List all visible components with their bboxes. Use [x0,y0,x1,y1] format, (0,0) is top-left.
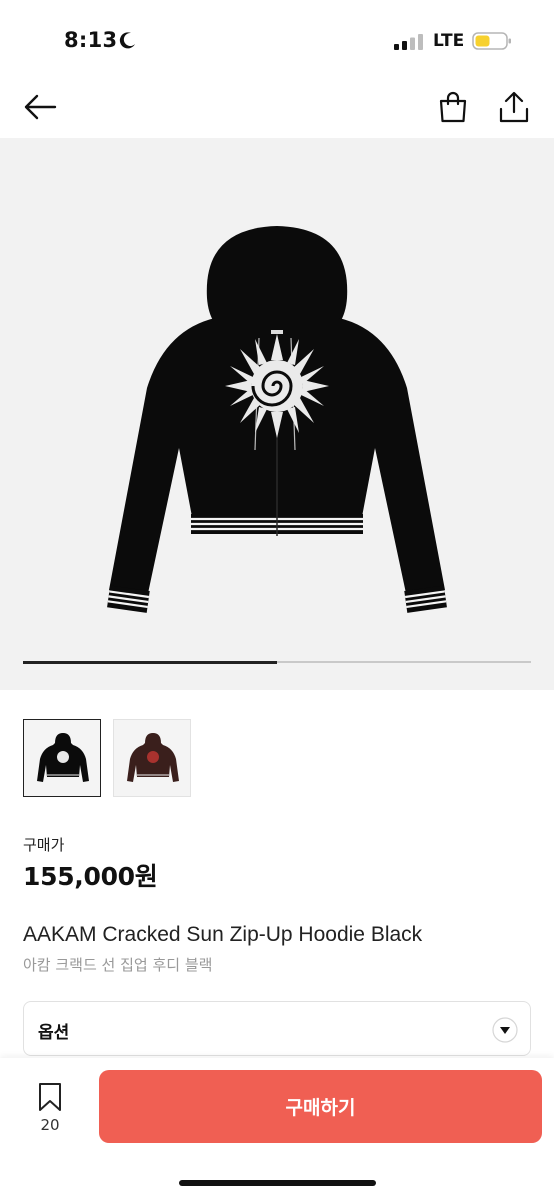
hoodie-thumbnail-brown [127,733,179,782]
signal-icon [394,34,423,50]
hoodie-thumbnail-black [37,733,89,782]
status-bar: 8:13 LTE [0,0,554,80]
shopping-bag-icon[interactable] [437,91,469,123]
thumbnail-list [23,719,191,799]
moon-icon [119,32,135,49]
thumbnail-brown[interactable] [113,719,191,797]
battery-icon [472,32,511,50]
carousel-progress-fill [23,660,277,664]
carousel-progress [23,660,531,664]
price-label: 구매가 [23,836,65,854]
hoodie-product-image [107,226,447,613]
bottom-action-bar: 20 구매하기 [0,1058,554,1200]
chevron-down-icon [492,1017,518,1043]
bookmark-button[interactable]: 20 [30,1082,70,1134]
bookmark-count: 20 [40,1116,60,1134]
buy-button[interactable]: 구매하기 [99,1070,542,1143]
share-icon[interactable] [497,90,531,124]
option-select[interactable]: 옵션 [23,1001,531,1056]
option-label: 옵션 [38,1023,70,1043]
thumbnail-black[interactable] [23,719,101,797]
status-time: 8:13 [64,28,118,52]
product-name: AAKAM Cracked Sun Zip-Up Hoodie Black [23,923,423,946]
product-image-carousel[interactable] [0,138,554,690]
product-price: 155,000원 [23,862,158,891]
product-name-korean: 아캄 크랙드 선 집업 후디 블랙 [23,956,213,974]
home-indicator [179,1180,376,1186]
nav-bar [0,80,554,136]
back-arrow-icon[interactable] [22,92,58,122]
bookmark-icon [39,1083,61,1111]
carrier-label: LTE [433,31,465,51]
